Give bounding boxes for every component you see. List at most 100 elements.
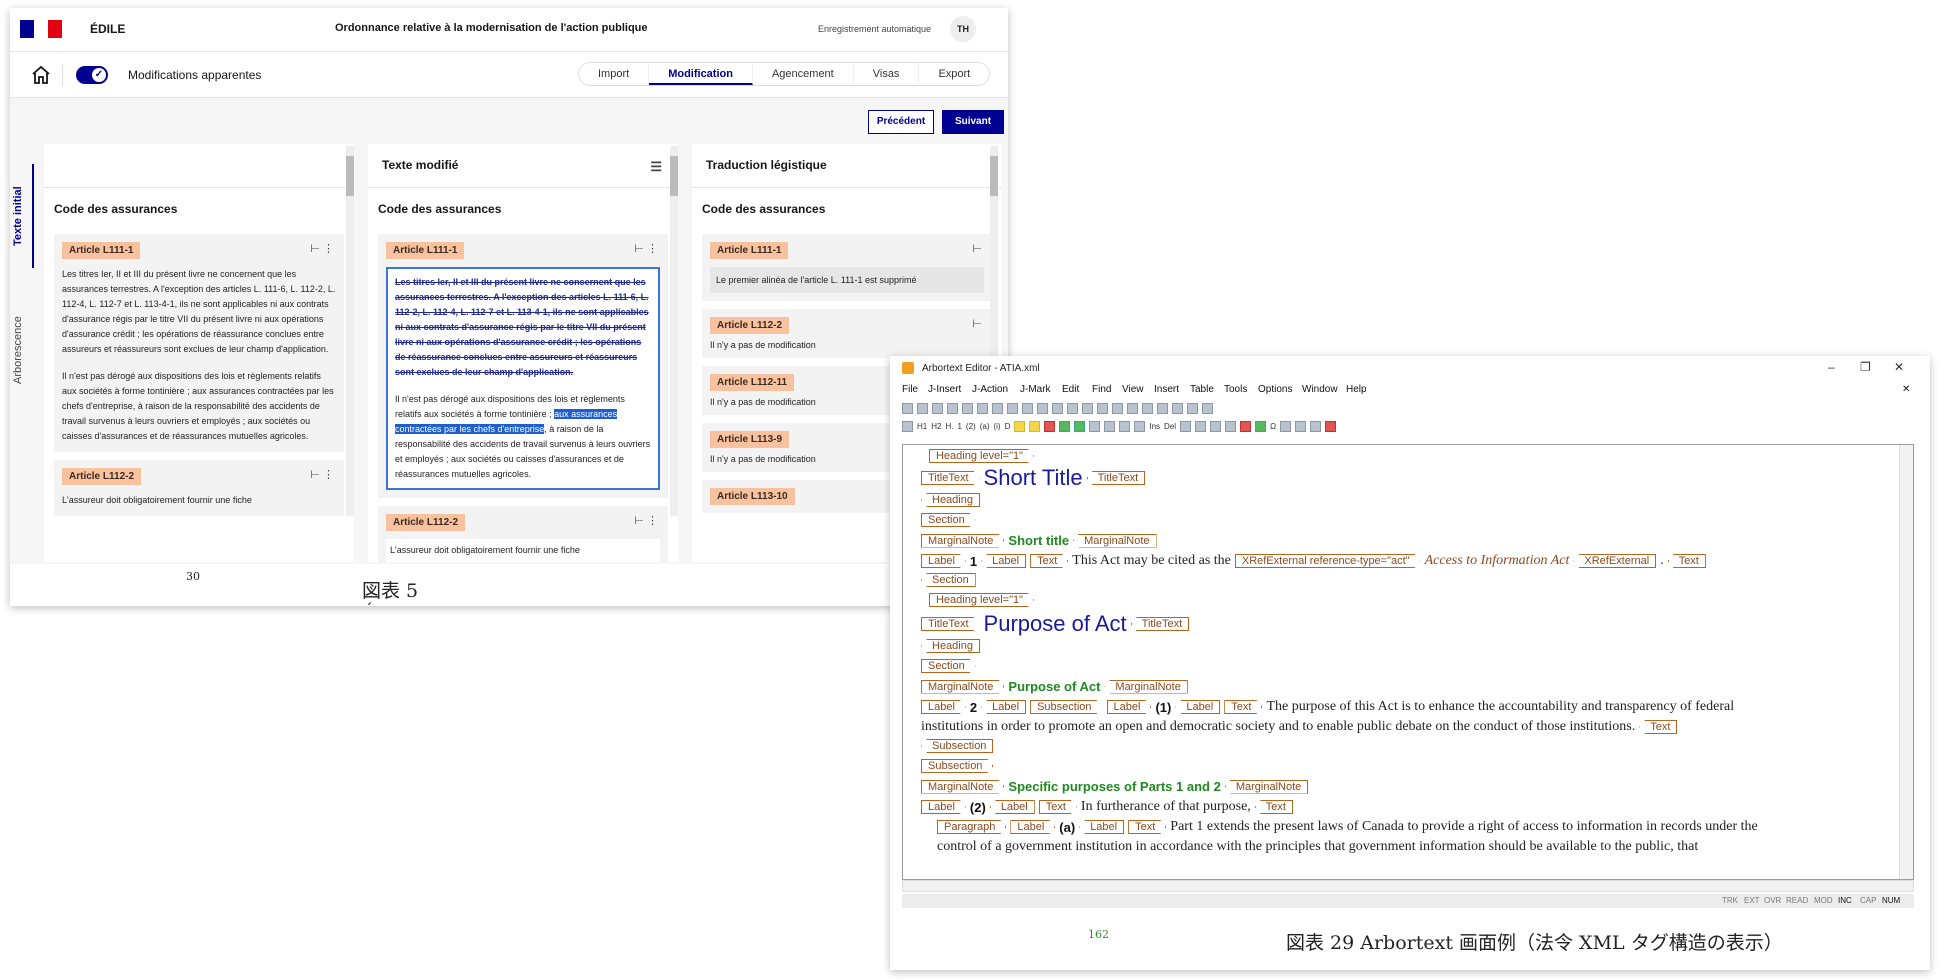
- menu-find[interactable]: Find: [1092, 384, 1111, 395]
- layout-icon[interactable]: [1172, 402, 1183, 414]
- menu-insert[interactable]: Insert: [1154, 384, 1179, 395]
- xml-tag[interactable]: XRefExternal: [1573, 554, 1657, 568]
- tag-icon[interactable]: [1082, 402, 1093, 414]
- toolbar-1[interactable]: 1: [957, 422, 961, 431]
- flask-icon[interactable]: [1180, 420, 1192, 432]
- xml-tag[interactable]: Text: [1030, 554, 1068, 568]
- xml-tag[interactable]: MarginalNote: [921, 780, 1004, 794]
- toolbar-2[interactable]: (2): [966, 422, 976, 431]
- xml-tag[interactable]: Paragraph: [937, 820, 1006, 834]
- find-icon[interactable]: [977, 402, 988, 414]
- menu-options[interactable]: Options: [1258, 384, 1292, 395]
- close-document-icon[interactable]: ✕: [1902, 384, 1910, 395]
- table-icon[interactable]: [1157, 402, 1168, 414]
- pin-menu-icon[interactable]: ⊢ ⋮: [310, 242, 334, 255]
- arrow-icon[interactable]: [1119, 420, 1131, 432]
- menu-edit[interactable]: Edit: [1062, 384, 1079, 395]
- refresh-icon[interactable]: [902, 420, 913, 432]
- table-icon[interactable]: [1142, 402, 1153, 414]
- paste-icon[interactable]: [1037, 402, 1048, 414]
- menu-j-action[interactable]: J-Action: [972, 384, 1008, 395]
- link-icon[interactable]: [1225, 420, 1237, 432]
- home-icon[interactable]: [30, 65, 52, 85]
- xml-tag[interactable]: Text: [1639, 720, 1678, 734]
- tag-icon[interactable]: [1112, 402, 1123, 414]
- xml-tag[interactable]: MarginalNote: [1104, 679, 1188, 694]
- xml-tag[interactable]: Label: [1010, 820, 1055, 834]
- scrollbar[interactable]: [346, 146, 354, 516]
- vertical-scrollbar[interactable]: [1899, 445, 1913, 879]
- list-icon[interactable]: [1134, 420, 1146, 432]
- menu-j-mark[interactable]: J-Mark: [1020, 384, 1051, 395]
- toolbar-h[interactable]: H.: [945, 422, 953, 431]
- pin-icon[interactable]: ⊢: [972, 242, 982, 255]
- scrollbar[interactable]: [670, 146, 678, 516]
- xml-tag[interactable]: TitleText: [1086, 471, 1146, 485]
- menu-help[interactable]: Help: [1346, 384, 1367, 395]
- layout-icon[interactable]: [1187, 402, 1198, 414]
- step-visas[interactable]: Visas: [854, 63, 920, 85]
- pin-menu-icon[interactable]: ⊢ ⋮: [634, 242, 658, 255]
- redo-icon[interactable]: [1067, 402, 1078, 414]
- toolbar-ins[interactable]: Ins: [1149, 422, 1160, 431]
- xml-tag[interactable]: Heading level="1": [929, 593, 1034, 607]
- step-modification[interactable]: Modification: [649, 63, 753, 85]
- xml-tag[interactable]: Label: [981, 700, 1027, 714]
- tab-arborescence[interactable]: Arborescence: [12, 294, 34, 406]
- menu-tools[interactable]: Tools: [1224, 384, 1247, 395]
- horizontal-scrollbar[interactable]: [902, 880, 1914, 892]
- menu-j-insert[interactable]: J-Insert: [928, 384, 961, 395]
- settings-icon[interactable]: [1295, 420, 1307, 432]
- spell-icon[interactable]: [992, 402, 1003, 414]
- highlight-icon[interactable]: [1029, 420, 1041, 432]
- delete-icon[interactable]: [1240, 420, 1252, 432]
- xml-tag[interactable]: MarginalNote: [921, 534, 1004, 548]
- xml-tag[interactable]: Section: [921, 513, 976, 527]
- pin-icon[interactable]: ⊢: [972, 317, 982, 330]
- document-editor[interactable]: Heading level="1" TitleText Short Title …: [902, 444, 1914, 880]
- xml-tag[interactable]: Text: [1039, 800, 1077, 814]
- xml-tag[interactable]: MarginalNote: [1224, 779, 1309, 794]
- check-icon[interactable]: [1255, 420, 1267, 432]
- xml-tag[interactable]: TitleText: [921, 471, 980, 485]
- act-reference[interactable]: Access to Information Act: [1425, 553, 1570, 569]
- settings-icon[interactable]: [1280, 420, 1292, 432]
- highlight-icon[interactable]: [1014, 420, 1026, 432]
- cut-icon[interactable]: [1007, 402, 1018, 414]
- globe-icon[interactable]: [1310, 420, 1322, 432]
- xml-tag[interactable]: Label: [1107, 700, 1152, 714]
- contrast-icon[interactable]: [1089, 420, 1101, 432]
- menu-table[interactable]: Table: [1190, 384, 1214, 395]
- xml-tag[interactable]: Text: [1128, 820, 1166, 834]
- next-button[interactable]: Suivant: [942, 110, 1004, 134]
- xml-tag[interactable]: Heading: [921, 493, 980, 507]
- stop-icon[interactable]: [1325, 420, 1337, 432]
- close-icon[interactable]: ✕: [1894, 360, 1904, 374]
- step-export[interactable]: Export: [919, 63, 989, 85]
- brush-icon[interactable]: [1195, 420, 1207, 432]
- toolbar-h1[interactable]: H1: [917, 422, 927, 431]
- xml-tag[interactable]: Label: [1175, 700, 1221, 714]
- xml-tag[interactable]: Subsection: [1030, 700, 1102, 714]
- xml-tag[interactable]: Text: [1667, 554, 1706, 568]
- link-icon[interactable]: [1210, 420, 1222, 432]
- restore-icon[interactable]: ❐: [1860, 360, 1871, 374]
- pin-menu-icon[interactable]: ⊢ ⋮: [634, 514, 658, 527]
- copy-icon[interactable]: [1022, 402, 1033, 414]
- mark-green-icon[interactable]: [1074, 420, 1086, 432]
- xml-tag[interactable]: MarginalNote: [921, 680, 1004, 694]
- table-icon[interactable]: [1127, 402, 1138, 414]
- step-import[interactable]: Import: [579, 63, 650, 85]
- previous-button[interactable]: Précédent: [868, 110, 934, 134]
- open-icon[interactable]: [917, 402, 928, 414]
- xml-tag[interactable]: Label: [921, 800, 966, 814]
- menu-file[interactable]: File: [902, 384, 918, 395]
- pin-menu-icon[interactable]: ⊢ ⋮: [310, 468, 334, 481]
- xml-tag[interactable]: Label: [1079, 820, 1125, 834]
- omega-icon[interactable]: Ω: [1270, 422, 1276, 431]
- article-editor[interactable]: Les titres Ier, II et III du présent liv…: [386, 267, 660, 490]
- preview-icon[interactable]: [962, 402, 973, 414]
- toolbar-h2[interactable]: H2: [931, 422, 941, 431]
- menu-view[interactable]: View: [1122, 384, 1144, 395]
- mark-green-icon[interactable]: [1059, 420, 1071, 432]
